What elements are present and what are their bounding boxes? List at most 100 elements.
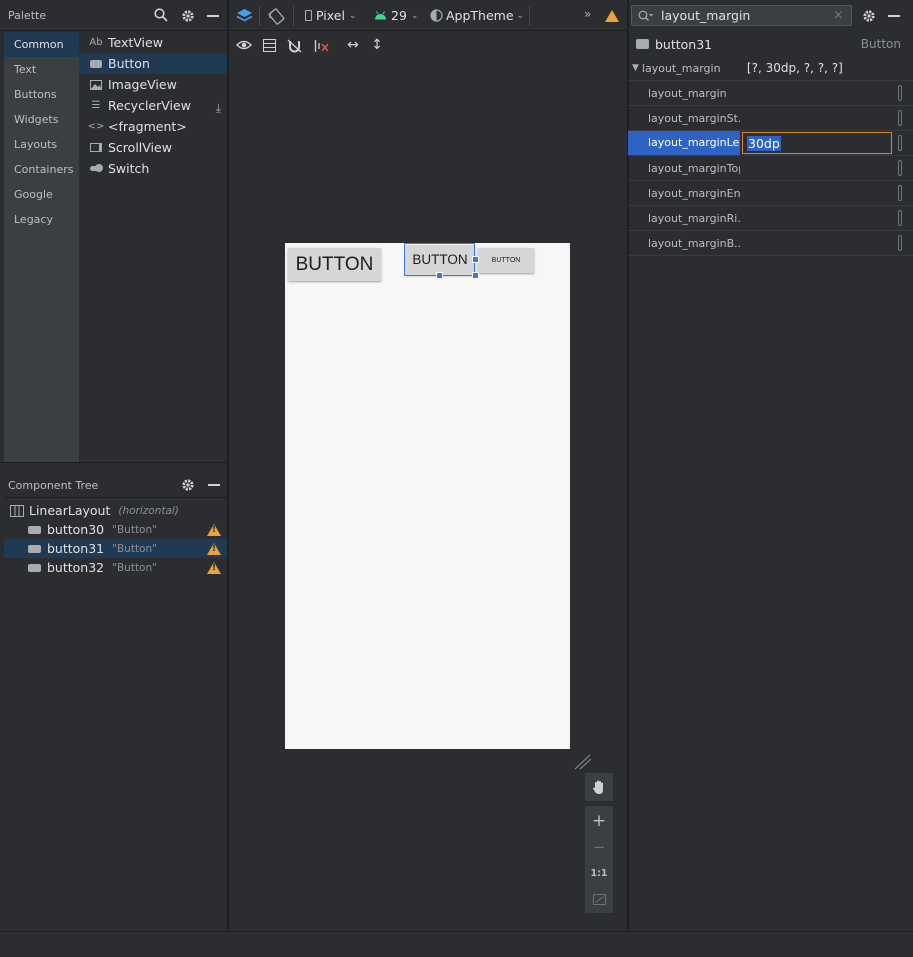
warning-icon[interactable] — [207, 561, 221, 574]
palette-item-button[interactable]: Button — [79, 53, 227, 74]
gear-icon[interactable] — [180, 8, 195, 23]
category-google[interactable]: Google — [4, 182, 79, 207]
palette-items: Ab TextView Button ImageView ☰ RecyclerV… — [79, 32, 227, 462]
palette-item-label: ScrollView — [108, 140, 172, 155]
component-header: button31 Button — [628, 32, 913, 56]
tree-item-button30[interactable]: button30 "Button" — [4, 520, 227, 539]
attribute-group-layout-margin[interactable]: ▼ layout_margin [?, 30dp, ?, ?, ?] — [628, 56, 913, 81]
layers-icon[interactable] — [235, 7, 253, 25]
palette-item-switch[interactable]: Switch — [79, 158, 227, 179]
attribute-value[interactable] — [740, 206, 913, 230]
device-resize-handle-icon[interactable] — [574, 754, 592, 770]
attribute-name: layout_marginLeft — [628, 131, 740, 155]
api-label: 29 — [391, 8, 407, 23]
code-icon: <> — [87, 121, 105, 132]
category-containers[interactable]: Containers — [4, 157, 79, 182]
orientation-icon[interactable] — [267, 7, 285, 25]
device-selector[interactable]: Pixel ⌄ — [305, 8, 356, 23]
blueprint-icon[interactable] — [262, 38, 276, 52]
resize-handle-corner[interactable] — [472, 272, 479, 279]
attribute-value-editor[interactable]: 30dp — [740, 131, 913, 155]
device-label: Pixel — [316, 8, 345, 23]
palette-item-recyclerview[interactable]: ☰ RecyclerView ⤓ — [79, 95, 227, 116]
minimize-icon[interactable] — [207, 15, 219, 17]
design-toolbar: Pixel ⌄ 29 ⌄ AppTheme ⌄ » — [229, 0, 627, 31]
preview-button32[interactable]: BUTTON — [478, 248, 534, 273]
attribute-value-input[interactable]: 30dp — [742, 132, 892, 154]
attribute-row-layout-margin-top[interactable]: layout_marginTop — [628, 156, 913, 181]
expand-vertical-icon[interactable]: ↕ — [371, 37, 383, 53]
panel-divider[interactable] — [0, 462, 227, 472]
tree-item-button32[interactable]: button32 "Button" — [4, 558, 227, 577]
eye-icon[interactable] — [236, 38, 252, 52]
gear-icon[interactable] — [861, 8, 876, 23]
warning-icon[interactable] — [605, 10, 619, 22]
attribute-row-layout-margin-bottom[interactable]: layout_marginB... — [628, 231, 913, 256]
search-icon[interactable] — [153, 7, 169, 23]
category-buttons[interactable]: Buttons — [4, 82, 79, 107]
tree-item-button31[interactable]: button31 "Button" — [4, 539, 227, 558]
attribute-value[interactable] — [740, 156, 913, 180]
category-text[interactable]: Text — [4, 57, 79, 82]
tree-item-text: "Button" — [112, 561, 157, 574]
attribute-value[interactable] — [740, 231, 913, 255]
attribute-row-layout-margin-start[interactable]: layout_marginSt... — [628, 106, 913, 131]
palette-item-imageview[interactable]: ImageView — [79, 74, 227, 95]
tree-item-id: button31 — [47, 541, 105, 556]
component-tree-header: Component Tree — [4, 472, 227, 498]
zoom-in-button[interactable]: + — [585, 808, 613, 834]
theme-selector[interactable]: AppTheme ⌄ — [430, 8, 524, 23]
clear-search-icon[interactable]: × — [833, 8, 844, 23]
category-legacy[interactable]: Legacy — [4, 207, 79, 232]
zoom-out-button[interactable]: − — [585, 834, 613, 860]
resize-handle-right[interactable] — [472, 256, 479, 263]
attribute-row-layout-margin[interactable]: layout_margin — [628, 81, 913, 106]
attribute-value[interactable] — [740, 81, 913, 105]
attribute-row-layout-margin-end[interactable]: layout_marginEnd — [628, 181, 913, 206]
attribute-row-layout-margin-right[interactable]: layout_marginRi... — [628, 206, 913, 231]
attribute-picker-handle[interactable] — [898, 160, 902, 176]
clear-constraints-icon[interactable] — [313, 38, 329, 53]
preview-button30[interactable]: BUTTON — [288, 248, 381, 281]
api-selector[interactable]: 29 ⌄ — [374, 8, 418, 23]
pan-hand-icon[interactable] — [585, 773, 613, 801]
tree-root-linearlayout[interactable]: LinearLayout (horizontal) — [4, 501, 227, 520]
category-widgets[interactable]: Widgets — [4, 107, 79, 132]
zoom-to-fit-icon[interactable] — [585, 886, 613, 912]
attribute-picker-handle[interactable] — [898, 210, 902, 226]
attribute-picker-handle[interactable] — [898, 110, 902, 126]
palette-item-textview[interactable]: Ab TextView — [79, 32, 227, 53]
minimize-icon[interactable] — [888, 15, 900, 17]
button-icon — [636, 39, 649, 49]
textview-icon: Ab — [89, 37, 103, 48]
palette-item-label: TextView — [108, 35, 163, 50]
magnet-off-icon[interactable] — [286, 38, 302, 53]
warning-icon[interactable] — [207, 523, 221, 536]
attribute-value[interactable] — [740, 181, 913, 205]
resize-handle-bottom[interactable] — [436, 272, 443, 279]
device-screen[interactable]: BUTTON BUTTON BUTTON — [285, 243, 570, 749]
palette-item-scrollview[interactable]: ScrollView — [79, 137, 227, 158]
attribute-picker-handle[interactable] — [898, 185, 902, 201]
collapse-triangle-icon[interactable]: ▼ — [632, 63, 639, 73]
attribute-picker-handle[interactable] — [898, 235, 902, 251]
scroll-icon — [89, 143, 103, 152]
attribute-value[interactable] — [740, 106, 913, 130]
attribute-search-field[interactable]: layout_margin × — [631, 5, 852, 26]
palette-item-fragment[interactable]: <> <fragment> — [79, 116, 227, 137]
gear-icon[interactable] — [180, 477, 195, 492]
zoom-actual-size-button[interactable]: 1:1 — [585, 860, 613, 886]
theme-icon — [430, 9, 443, 22]
warning-icon[interactable] — [207, 542, 221, 555]
android-icon — [375, 11, 386, 20]
category-layouts[interactable]: Layouts — [4, 132, 79, 157]
component-tree-title: Component Tree — [8, 479, 99, 492]
tree-item-id: button30 — [47, 522, 105, 537]
category-common[interactable]: Common — [4, 32, 79, 57]
expand-horizontal-icon[interactable]: ↔ — [345, 37, 361, 53]
attribute-row-layout-margin-left[interactable]: layout_marginLeft 30dp — [628, 131, 913, 156]
minimize-icon[interactable] — [208, 484, 220, 486]
overflow-chevron-icon[interactable]: » — [584, 7, 591, 21]
attribute-picker-handle[interactable] — [898, 135, 902, 151]
attribute-picker-handle[interactable] — [898, 85, 902, 101]
